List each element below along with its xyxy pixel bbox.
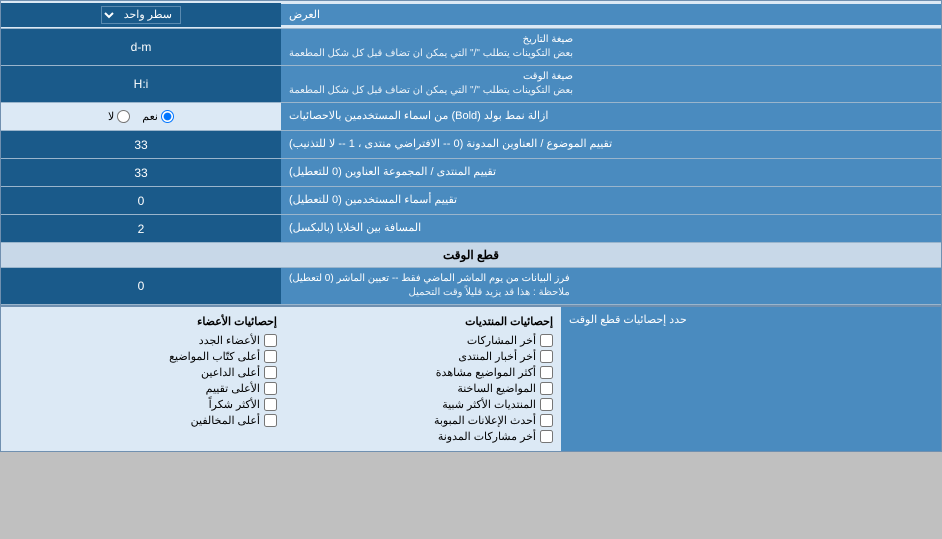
spacing-input-cell[interactable] <box>1 215 281 242</box>
cutoff-input-cell[interactable] <box>1 268 281 304</box>
stats-forums-col: إحصائيات المنتديات أخر المشاركات أخر أخب… <box>281 311 557 447</box>
checkbox-new-members[interactable]: الأعضاء الجدد <box>9 334 277 347</box>
spacing-row: المسافة بين الخلايا (بالبكسل) <box>1 215 941 243</box>
date-format-label: صيغة التاريخ بعض التكوينات يتطلب "/" الت… <box>281 29 941 65</box>
checkbox-most-similar[interactable]: المنتديات الأكثر شبية <box>285 398 553 411</box>
topic-order-row: تقييم الموضوع / العناوين المدونة (0 -- ا… <box>1 131 941 159</box>
checkbox-top-callers[interactable]: أعلى الداعين <box>9 366 277 379</box>
topic-order-label: تقييم الموضوع / العناوين المدونة (0 -- ا… <box>281 131 941 158</box>
bold-yes-label[interactable]: نعم <box>142 110 174 123</box>
stats-members-header: إحصائيات الأعضاء <box>9 315 277 328</box>
cutoff-section-header: قطع الوقت <box>1 243 941 268</box>
spacing-input[interactable] <box>7 220 275 238</box>
checkbox-last-blog-posts[interactable]: أخر مشاركات المدونة <box>285 430 553 443</box>
date-format-row: صيغة التاريخ بعض التكوينات يتطلب "/" الت… <box>1 29 941 66</box>
checkbox-most-thanks[interactable]: الأكثر شكراً <box>9 398 277 411</box>
checkbox-top-violators[interactable]: أعلى المخالفين <box>9 414 277 427</box>
checkboxes-area: إحصائيات المنتديات أخر المشاركات أخر أخب… <box>1 307 561 451</box>
forum-order-label: تقييم المنتدى / المجموعة العناوين (0 للت… <box>281 159 941 186</box>
checkbox-hot-topics[interactable]: المواضيع الساخنة <box>285 382 553 395</box>
users-order-input-cell[interactable] <box>1 187 281 214</box>
stats-forums-header: إحصائيات المنتديات <box>285 315 553 328</box>
time-format-input-cell[interactable] <box>1 66 281 102</box>
bold-yes-radio[interactable] <box>161 110 174 123</box>
display-label: العرض <box>281 4 941 25</box>
checkbox-last-news[interactable]: أخر أخبار المنتدى <box>285 350 553 363</box>
bold-no-label[interactable]: لا <box>108 110 130 123</box>
checkbox-most-viewed[interactable]: أكثر المواضيع مشاهدة <box>285 366 553 379</box>
stats-section: حدد إحصائيات قطع الوقت إحصائيات المنتديا… <box>1 305 941 451</box>
bold-remove-row: ازالة نمط بولد (Bold) من اسماء المستخدمي… <box>1 103 941 131</box>
checkbox-top-writers[interactable]: أعلى كتّاب المواضيع <box>9 350 277 363</box>
users-order-row: تقييم أسماء المستخدمين (0 للتعطيل) <box>1 187 941 215</box>
topic-order-input-cell[interactable] <box>1 131 281 158</box>
display-input-cell[interactable]: سطر واحد سطرين ثلاثة أسطر <box>1 3 281 27</box>
time-format-row: صيغة الوقت بعض التكوينات يتطلب "/" التي … <box>1 66 941 103</box>
checkbox-top-rated[interactable]: الأعلى تقييم <box>9 382 277 395</box>
users-order-input[interactable] <box>7 192 275 210</box>
forum-order-input-cell[interactable] <box>1 159 281 186</box>
stats-main-label: حدد إحصائيات قطع الوقت <box>561 307 941 451</box>
cutoff-row: فرز البيانات من يوم الماشر الماضي فقط --… <box>1 268 941 305</box>
date-format-input-cell[interactable] <box>1 29 281 65</box>
cutoff-input[interactable] <box>7 277 275 295</box>
date-format-input[interactable] <box>7 38 275 56</box>
checkbox-latest-ads[interactable]: أحدث الإعلانات المبوبة <box>285 414 553 427</box>
checkbox-last-posts[interactable]: أخر المشاركات <box>285 334 553 347</box>
topic-order-input[interactable] <box>7 136 275 154</box>
bold-remove-options: نعم لا <box>1 103 281 130</box>
users-order-label: تقييم أسماء المستخدمين (0 للتعطيل) <box>281 187 941 214</box>
spacing-label: المسافة بين الخلايا (بالبكسل) <box>281 215 941 242</box>
bold-no-radio[interactable] <box>117 110 130 123</box>
forum-order-row: تقييم المنتدى / المجموعة العناوين (0 للت… <box>1 159 941 187</box>
forum-order-input[interactable] <box>7 164 275 182</box>
bold-remove-label: ازالة نمط بولد (Bold) من اسماء المستخدمي… <box>281 103 941 130</box>
time-format-label: صيغة الوقت بعض التكوينات يتطلب "/" التي … <box>281 66 941 102</box>
display-row: العرض سطر واحد سطرين ثلاثة أسطر <box>1 1 941 29</box>
cutoff-label: فرز البيانات من يوم الماشر الماضي فقط --… <box>281 268 941 304</box>
time-format-input[interactable] <box>7 75 275 93</box>
display-select[interactable]: سطر واحد سطرين ثلاثة أسطر <box>101 6 181 24</box>
stats-members-col: إحصائيات الأعضاء الأعضاء الجدد أعلى كتّا… <box>5 311 281 447</box>
